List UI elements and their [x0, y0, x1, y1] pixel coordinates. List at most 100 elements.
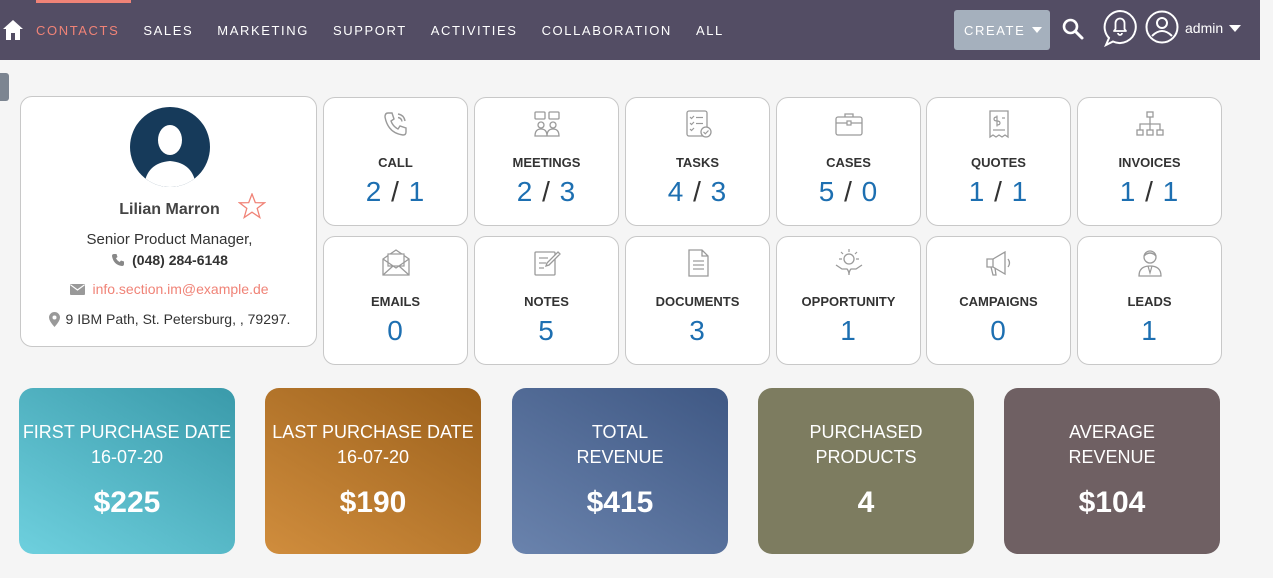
sidebar-toggle[interactable] — [0, 73, 9, 101]
top-navigation-bar: CONTACTS SALES MARKETING SUPPORT ACTIVIT… — [0, 0, 1260, 60]
summary-label: LAST PURCHASE DATE 16-07-20 — [265, 420, 481, 470]
tile-separator: / — [693, 176, 702, 207]
create-button-label: CREATE — [964, 22, 1026, 38]
nav-all[interactable]: ALL — [684, 0, 736, 60]
person-icon — [1138, 250, 1162, 277]
nav-contacts[interactable]: CONTACTS — [24, 0, 132, 60]
tile-value: 2 / 1 — [324, 176, 467, 208]
summary-label-line1: LAST PURCHASE DATE — [272, 422, 474, 442]
tile-value: 1 / 1 — [927, 176, 1070, 208]
envelope-icon — [70, 283, 86, 295]
user-menu[interactable]: admin — [1185, 20, 1242, 36]
summary-label: AVERAGE REVENUE — [1004, 420, 1220, 470]
tile-label: NOTES — [524, 294, 569, 309]
caret-down-icon — [1032, 27, 1043, 33]
tile-quotes[interactable]: QUOTES 1 / 1 — [926, 97, 1071, 226]
tile-value-open: 1 — [1119, 176, 1137, 207]
tile-value-closed: 3 — [559, 176, 577, 207]
tile-separator: / — [994, 176, 1003, 207]
tile-value: 1 / 1 — [1078, 176, 1221, 208]
contact-job-title: Senior Product Manager, — [86, 231, 253, 248]
summary-value: $415 — [586, 486, 654, 519]
contact-email[interactable]: info.section.im@example.de — [21, 281, 318, 297]
summary-value: 4 — [857, 486, 875, 519]
notification-bell-icon[interactable] — [1102, 9, 1138, 47]
tile-value-open: 4 — [667, 176, 685, 207]
tasks-icon — [686, 110, 712, 138]
tile-leads[interactable]: LEADS 1 — [1077, 236, 1222, 365]
tile-label: INVOICES — [1118, 155, 1181, 170]
tile-call[interactable]: CALL 2 / 1 — [323, 97, 468, 226]
document-icon — [688, 249, 709, 277]
tile-value: 5 / 0 — [777, 176, 920, 208]
summary-label-line1: TOTAL — [591, 422, 649, 442]
nav-collaboration[interactable]: COLLABORATION — [530, 0, 684, 60]
meeting-icon — [534, 111, 560, 137]
tile-tasks[interactable]: TASKS 4 / 3 — [625, 97, 770, 226]
summary-label-line2: REVENUE — [1068, 447, 1156, 467]
favorite-star-icon[interactable] — [238, 193, 266, 219]
tile-separator: / — [1145, 176, 1154, 207]
tile-label: TASKS — [675, 155, 720, 170]
main-menu: CONTACTS SALES MARKETING SUPPORT ACTIVIT… — [24, 0, 736, 60]
tile-value: 5 — [538, 315, 555, 346]
nav-activities[interactable]: ACTIVITIES — [419, 0, 530, 60]
map-pin-icon — [48, 311, 60, 327]
phone-icon — [384, 112, 407, 136]
nav-sales[interactable]: SALES — [131, 0, 205, 60]
tile-emails[interactable]: EMAILS 0 — [323, 236, 468, 365]
phone-icon — [112, 254, 125, 266]
tile-label: QUOTES — [971, 155, 1026, 170]
tile-separator: / — [391, 176, 400, 207]
summary-total-revenue: TOTAL REVENUE $415 — [512, 388, 728, 554]
tile-notes[interactable]: NOTES 5 — [474, 236, 619, 365]
briefcase-icon — [835, 113, 863, 136]
user-avatar-icon[interactable] — [1145, 10, 1179, 44]
contact-phone: (048) 284-6148 — [21, 252, 318, 268]
tile-label: LEADS — [1127, 294, 1172, 309]
tile-label: CASES — [826, 155, 871, 170]
summary-label-line1: AVERAGE — [1069, 422, 1155, 442]
note-edit-icon — [534, 251, 561, 276]
opportunity-icon — [835, 249, 863, 276]
tile-opportunity[interactable]: OPPORTUNITY 1 — [776, 236, 921, 365]
tile-label: CALL — [378, 155, 413, 170]
create-button[interactable]: CREATE — [954, 10, 1050, 50]
summary-label-line2: 16-07-20 — [336, 447, 410, 467]
tile-value: 0 — [387, 315, 404, 346]
tile-label: EMAILS — [370, 294, 421, 309]
nav-marketing[interactable]: MARKETING — [205, 0, 321, 60]
search-icon[interactable] — [1061, 17, 1085, 41]
tile-value-open: 2 — [365, 176, 383, 207]
tile-meetings[interactable]: MEETINGS 2 / 3 — [474, 97, 619, 226]
contact-email-text[interactable]: info.section.im@example.de — [92, 281, 268, 297]
tile-value-closed: 1 — [1162, 176, 1180, 207]
caret-down-icon — [1229, 24, 1242, 32]
tile-invoices[interactable]: INVOICES 1 / 1 — [1077, 97, 1222, 226]
tile-label: OPPORTUNITY — [801, 294, 896, 309]
user-name: admin — [1185, 20, 1224, 36]
summary-average-revenue: AVERAGE REVENUE $104 — [1004, 388, 1220, 554]
contact-avatar — [130, 107, 210, 187]
tile-campaigns[interactable]: CAMPAIGNS 0 — [926, 236, 1071, 365]
megaphone-icon — [986, 250, 1011, 276]
contact-profile-card: Lilian Marron Senior Product Manager, (0… — [20, 96, 317, 347]
contact-address: 9 IBM Path, St. Petersburg, , 79297. — [21, 311, 318, 327]
tile-value: 1 — [840, 315, 857, 346]
summary-label-line2: REVENUE — [576, 447, 664, 467]
tile-value-closed: 0 — [861, 176, 879, 207]
summary-label: TOTAL REVENUE — [512, 420, 728, 470]
tile-value-closed: 3 — [710, 176, 728, 207]
tile-cases[interactable]: CASES 5 / 0 — [776, 97, 921, 226]
tile-documents[interactable]: DOCUMENTS 3 — [625, 236, 770, 365]
summary-value: $225 — [93, 486, 161, 519]
home-icon[interactable] — [2, 19, 24, 41]
summary-purchased-products: PURCHASED PRODUCTS 4 — [758, 388, 974, 554]
contact-phone-text: (048) 284-6148 — [132, 252, 228, 268]
summary-value: $190 — [339, 486, 407, 519]
summary-label-line1: FIRST PURCHASE DATE — [22, 422, 232, 442]
tile-value: 2 / 3 — [475, 176, 618, 208]
tile-value: 1 — [1141, 315, 1158, 346]
nav-support[interactable]: SUPPORT — [321, 0, 419, 60]
summary-first-purchase: FIRST PURCHASE DATE 16-07-20 $225 — [19, 388, 235, 554]
